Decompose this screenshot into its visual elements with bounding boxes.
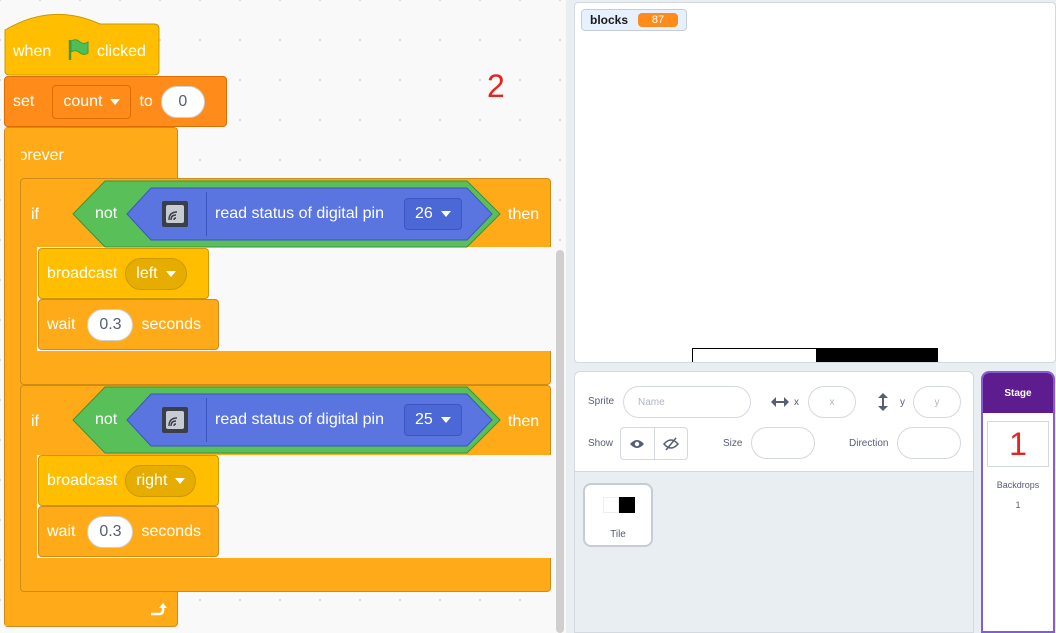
backdrops-label: Backdrops [996,480,1040,490]
tile-white-half [693,349,815,362]
seconds-label-2: seconds [141,522,202,540]
stage-selector-header: Stage [983,373,1053,413]
tile-sprite-on-stage[interactable] [692,348,938,362]
monitor-value: 87 [638,13,679,27]
seconds-label-1: seconds [141,315,202,333]
show-hidden-button[interactable] [655,428,688,459]
y-label: y [900,397,905,408]
when-flag-clicked-block[interactable]: when clicked [4,8,160,76]
sprite-list: Tile [575,473,973,632]
set-variable-block[interactable]: set count to 0 [4,76,227,127]
broadcast-label-1: broadcast [47,264,118,282]
dropdown-arrow-icon [440,211,451,217]
chip-divider-1 [206,192,207,236]
x-label: x [794,397,799,408]
green-flag-icon [68,39,89,60]
show-label: Show [588,438,614,449]
annotation-two: 2 [487,68,505,104]
message-right: right [136,471,168,489]
script-area[interactable]: 2 when clicked set count to 0 forever if… [0,0,566,633]
direction-field[interactable] [897,427,961,459]
backdrop-thumbnail[interactable]: 1 [987,421,1049,467]
sprite-info-panel: Sprite Name x x y y Show Size Direction [575,372,973,472]
stage-selector[interactable]: Stage 1 Backdrops 1 [981,371,1055,633]
dropdown-arrow-icon [110,98,121,105]
not-label-2: not [95,411,118,428]
stage-canvas[interactable]: blocks 87 [574,2,1056,363]
sprite-label: Sprite [588,396,615,407]
loop-arrow-icon [151,603,167,616]
annotation-one: 1 [1009,425,1027,462]
pin-dropdown-2[interactable]: 25 [404,404,462,436]
y-field[interactable]: y [913,386,961,418]
message-dropdown-right[interactable]: right [125,464,197,497]
not-label-1: not [95,205,118,222]
direction-label: Direction [849,438,889,449]
size-label: Size [723,438,743,449]
eye-slash-icon [662,437,679,450]
vertical-arrows-icon [878,393,888,411]
variable-monitor[interactable]: blocks 87 [581,9,687,31]
show-toggle[interactable] [620,427,688,460]
then-label-2: then [508,413,540,430]
value-input[interactable]: 0 [160,85,205,118]
forever-label: forever [14,147,64,164]
variable-dropdown[interactable]: count [52,84,132,119]
pin-dropdown-1[interactable]: 26 [404,198,462,230]
backdrops-count: 1 [1015,500,1021,510]
sprite-name-field[interactable]: Name [623,386,751,418]
dropdown-arrow-icon [440,417,451,423]
dropdown-arrow-icon [165,270,176,277]
eye-icon [630,439,645,448]
thumb-white [603,497,619,513]
pin-value-2: 25 [415,411,433,428]
wait-seconds-input-2[interactable]: 0.3 [87,515,134,548]
wait-seconds-input-1[interactable]: 0.3 [87,308,134,341]
message-dropdown-left[interactable]: left [125,257,187,290]
chip-divider-2 [206,398,207,442]
message-left: left [136,264,158,282]
board-chip-icon [162,201,188,227]
monitor-label: blocks [590,13,629,27]
wait-block-2[interactable]: wait 0.3 seconds [38,506,219,557]
sprite-thumbnail [603,497,635,513]
forever-arm [5,128,21,626]
horizontal-arrows-icon [771,397,789,407]
clicked-label: clicked [97,43,146,60]
x-field[interactable]: x [808,386,856,418]
if-label-1: if [31,206,39,223]
read-pin-label-1: read status of digital pin [215,205,384,222]
read-pin-label-2: read status of digital pin [215,411,384,428]
tile-black-half [816,349,938,362]
wait-label-2: wait [47,522,76,540]
then-label-1: then [508,206,540,223]
size-field[interactable] [751,427,815,459]
variable-name: count [63,92,103,110]
sprite-tile-tile[interactable]: Tile [583,483,653,547]
sprite-pane: Sprite Name x x y y Show Size Direction … [574,371,974,633]
broadcast-block-left[interactable]: broadcast left [38,248,209,299]
set-label: set [13,92,35,110]
dropdown-arrow-icon [175,477,186,484]
if-label-2: if [31,413,39,430]
wait-block-1[interactable]: wait 0.3 seconds [38,299,219,350]
to-label: to [139,92,153,110]
board-chip-icon [162,407,188,433]
thumb-black [619,497,635,513]
wait-label-1: wait [47,315,76,333]
when-label: when [13,43,52,60]
broadcast-label-2: broadcast [47,471,118,489]
script-scrollbar[interactable] [556,250,564,633]
pin-value-1: 26 [415,205,433,222]
broadcast-block-right[interactable]: broadcast right [38,455,219,506]
show-visible-button[interactable] [621,428,655,459]
sprite-tile-name: Tile [610,529,626,540]
